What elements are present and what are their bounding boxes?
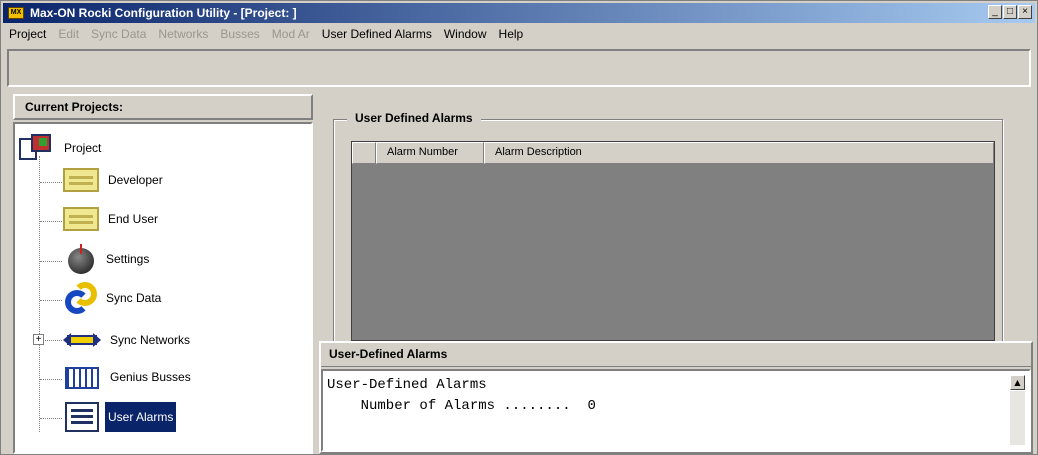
app-icon[interactable]: MX	[8, 7, 24, 19]
menu-edit[interactable]: Edit	[52, 27, 85, 41]
menu-mod-ar[interactable]: Mod Ar	[266, 27, 316, 41]
tree-item-sync-data[interactable]: Sync Data	[65, 282, 164, 314]
tree-item-label: Genius Busses	[110, 370, 191, 384]
column-header-alarm-number[interactable]: Alarm Number	[376, 142, 484, 164]
network-icon	[63, 331, 101, 349]
tree-item-label: Settings	[106, 252, 150, 266]
sync-icon	[65, 282, 97, 314]
column-header-alarm-description[interactable]: Alarm Description	[484, 142, 994, 164]
menu-sync-data[interactable]: Sync Data	[85, 27, 152, 41]
close-button[interactable]: ×	[1018, 5, 1032, 19]
output-text[interactable]: User-Defined Alarms Number of Alarms ...…	[321, 369, 1031, 452]
tree-item-label: User Alarms	[105, 402, 177, 432]
restore-button[interactable]: □	[1003, 5, 1017, 19]
grid-header: Alarm Number Alarm Description	[352, 142, 994, 164]
menu-user-defined-alarms[interactable]: User Defined Alarms	[316, 27, 438, 41]
alarms-grid[interactable]: Alarm Number Alarm Description	[351, 141, 995, 341]
tree-item-settings[interactable]: Settings	[65, 244, 152, 274]
tree-connector	[40, 300, 62, 301]
group-title: User Defined Alarms	[347, 111, 481, 125]
menu-busses[interactable]: Busses	[214, 27, 265, 41]
tree-connector	[40, 221, 62, 222]
tree-connector	[45, 340, 62, 341]
tree-item-end-user[interactable]: End User	[63, 207, 161, 231]
window-controls: _ □ ×	[988, 5, 1032, 19]
tree-item-sync-networks[interactable]: Sync Networks	[63, 331, 193, 349]
output-line: Number of Alarms ........ 0	[327, 398, 596, 414]
alarms-panel: User Defined Alarms Alarm Number Alarm D…	[319, 91, 1033, 351]
title-bar[interactable]: MX Max-ON Rocki Configuration Utility - …	[3, 3, 1035, 23]
scroll-up-icon[interactable]: ▲	[1010, 375, 1025, 390]
output-line: User-Defined Alarms	[327, 377, 487, 393]
menu-help[interactable]: Help	[493, 27, 530, 41]
alarms-list-icon	[65, 402, 99, 432]
tree-connector	[40, 418, 62, 419]
tree-item-label: Sync Networks	[110, 333, 191, 347]
tree-item-project[interactable]: Project	[19, 134, 104, 162]
folder-icon	[63, 207, 99, 231]
tree-item-label: Project	[64, 141, 102, 155]
tree-connector	[40, 379, 62, 380]
tree-item-label: Developer	[108, 173, 163, 187]
output-pane: User-Defined Alarms User-Defined Alarms …	[319, 341, 1033, 454]
knob-icon	[65, 244, 97, 274]
tree-item-genius-busses[interactable]: Genius Busses	[65, 363, 194, 391]
tree-item-label: Sync Data	[106, 291, 162, 305]
tree-item-user-alarms[interactable]: User Alarms	[65, 402, 177, 432]
project-icon	[19, 134, 53, 162]
folder-icon	[63, 168, 99, 192]
main-window: MX Max-ON Rocki Configuration Utility - …	[0, 0, 1038, 455]
output-header: User-Defined Alarms	[321, 343, 1031, 367]
project-pane: Current Projects: Project Developer End …	[13, 94, 313, 454]
current-projects-header: Current Projects:	[13, 94, 313, 120]
row-selector-header[interactable]	[352, 142, 376, 164]
minimize-button[interactable]: _	[988, 5, 1002, 19]
expand-sync-networks[interactable]: +	[33, 334, 44, 345]
tree-item-label: End User	[108, 212, 159, 226]
window-title: Max-ON Rocki Configuration Utility - [Pr…	[30, 6, 297, 20]
tree-connector	[40, 261, 62, 262]
tree-item-developer[interactable]: Developer	[63, 168, 166, 192]
menu-bar: Project Edit Sync Data Networks Busses M…	[3, 24, 1035, 44]
genius-bus-icon	[65, 363, 101, 391]
toolbar	[7, 49, 1031, 87]
menu-networks[interactable]: Networks	[152, 27, 214, 41]
tree-connector	[39, 156, 40, 432]
tree-connector	[40, 182, 62, 183]
menu-window[interactable]: Window	[438, 27, 493, 41]
project-tree[interactable]: Project Developer End User Settings Sync…	[13, 122, 313, 454]
scrollbar-track[interactable]	[1010, 391, 1025, 445]
menu-project[interactable]: Project	[3, 27, 52, 41]
